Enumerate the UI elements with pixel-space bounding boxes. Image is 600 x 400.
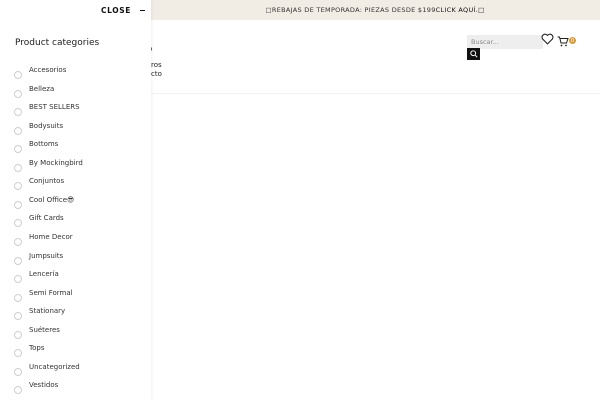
- category-label: Accesorios: [29, 66, 67, 74]
- heart-icon[interactable]: [541, 33, 554, 45]
- cart-count-badge: 0: [569, 37, 576, 44]
- radio-icon[interactable]: [14, 368, 22, 376]
- category-item[interactable]: Home Decor: [0, 233, 151, 251]
- header-divider: [151, 93, 600, 94]
- category-item[interactable]: Cool Office😎: [0, 196, 151, 214]
- radio-icon[interactable]: [14, 275, 22, 283]
- category-label: Suéteres: [29, 326, 60, 334]
- radio-icon[interactable]: [14, 108, 22, 116]
- category-item[interactable]: Accesorios: [0, 66, 151, 84]
- category-label: Conjuntos: [29, 177, 65, 185]
- radio-icon[interactable]: [14, 71, 22, 79]
- category-label: Bodysuits: [29, 122, 64, 130]
- close-label: CLOSE: [101, 6, 131, 15]
- search-button[interactable]: [467, 48, 480, 60]
- radio-icon[interactable]: [14, 201, 22, 209]
- category-label: Home Decor: [29, 233, 73, 241]
- promo-link[interactable]: CLICK AQUÍ.□: [436, 6, 485, 14]
- category-item[interactable]: Tops: [0, 344, 151, 362]
- radio-icon[interactable]: [14, 386, 22, 394]
- category-label: Belleza: [29, 85, 55, 93]
- category-item[interactable]: Stationary: [0, 307, 151, 325]
- drawer-title: Product categories: [15, 38, 100, 48]
- category-label: By Mockingbird: [29, 159, 83, 167]
- nav-fragment[interactable]: ros: [151, 61, 162, 69]
- category-item[interactable]: By Mockingbird: [0, 159, 151, 177]
- search-input[interactable]: [467, 35, 543, 49]
- radio-icon[interactable]: [14, 145, 22, 153]
- category-label: Lencería: [29, 270, 59, 278]
- category-label: Uncategorized: [29, 363, 80, 371]
- category-item[interactable]: BEST SELLERS: [0, 103, 151, 121]
- category-item[interactable]: Bottoms: [0, 140, 151, 158]
- minus-icon: [139, 9, 145, 12]
- category-item[interactable]: Belleza: [0, 85, 151, 103]
- category-item[interactable]: Jumpsuits: [0, 252, 151, 270]
- radio-icon[interactable]: [14, 90, 22, 98]
- category-item[interactable]: Uncategorized: [0, 363, 151, 381]
- radio-icon[interactable]: [14, 349, 22, 357]
- category-label: Jumpsuits: [29, 252, 64, 260]
- category-label: Cool Office😎: [29, 196, 75, 204]
- radio-icon[interactable]: [14, 238, 22, 246]
- category-label: Semi Formal: [29, 289, 73, 297]
- radio-icon[interactable]: [14, 127, 22, 135]
- search-icon: [469, 50, 478, 58]
- radio-icon[interactable]: [14, 219, 22, 227]
- category-item[interactable]: Suéteres: [0, 326, 151, 344]
- category-label: Bottoms: [29, 140, 59, 148]
- close-button[interactable]: CLOSE: [101, 5, 145, 16]
- nav-fragment[interactable]: cto: [151, 70, 162, 78]
- radio-icon[interactable]: [14, 182, 22, 190]
- radio-icon[interactable]: [14, 294, 22, 302]
- category-item[interactable]: Bodysuits: [0, 122, 151, 140]
- radio-icon[interactable]: [14, 312, 22, 320]
- category-item[interactable]: Lencería: [0, 270, 151, 288]
- cart-icon[interactable]: [557, 36, 569, 47]
- promo-text: □REBAJAS DE TEMPORADA: PIEZAS DESDE $199: [265, 6, 436, 14]
- category-label: Vestidos: [29, 381, 59, 389]
- radio-icon[interactable]: [14, 164, 22, 172]
- category-label: BEST SELLERS: [29, 103, 80, 111]
- radio-icon[interactable]: [14, 331, 22, 339]
- category-label: Stationary: [29, 307, 66, 315]
- category-item[interactable]: Conjuntos: [0, 177, 151, 195]
- category-label: Tops: [29, 344, 45, 352]
- category-item[interactable]: Gift Cards: [0, 214, 151, 232]
- category-drawer: CLOSE Product categories Accesorios Bell…: [0, 0, 151, 400]
- category-item[interactable]: Semi Formal: [0, 289, 151, 307]
- radio-icon[interactable]: [14, 257, 22, 265]
- category-label: Gift Cards: [29, 214, 64, 222]
- category-item[interactable]: Vestidos: [0, 381, 151, 399]
